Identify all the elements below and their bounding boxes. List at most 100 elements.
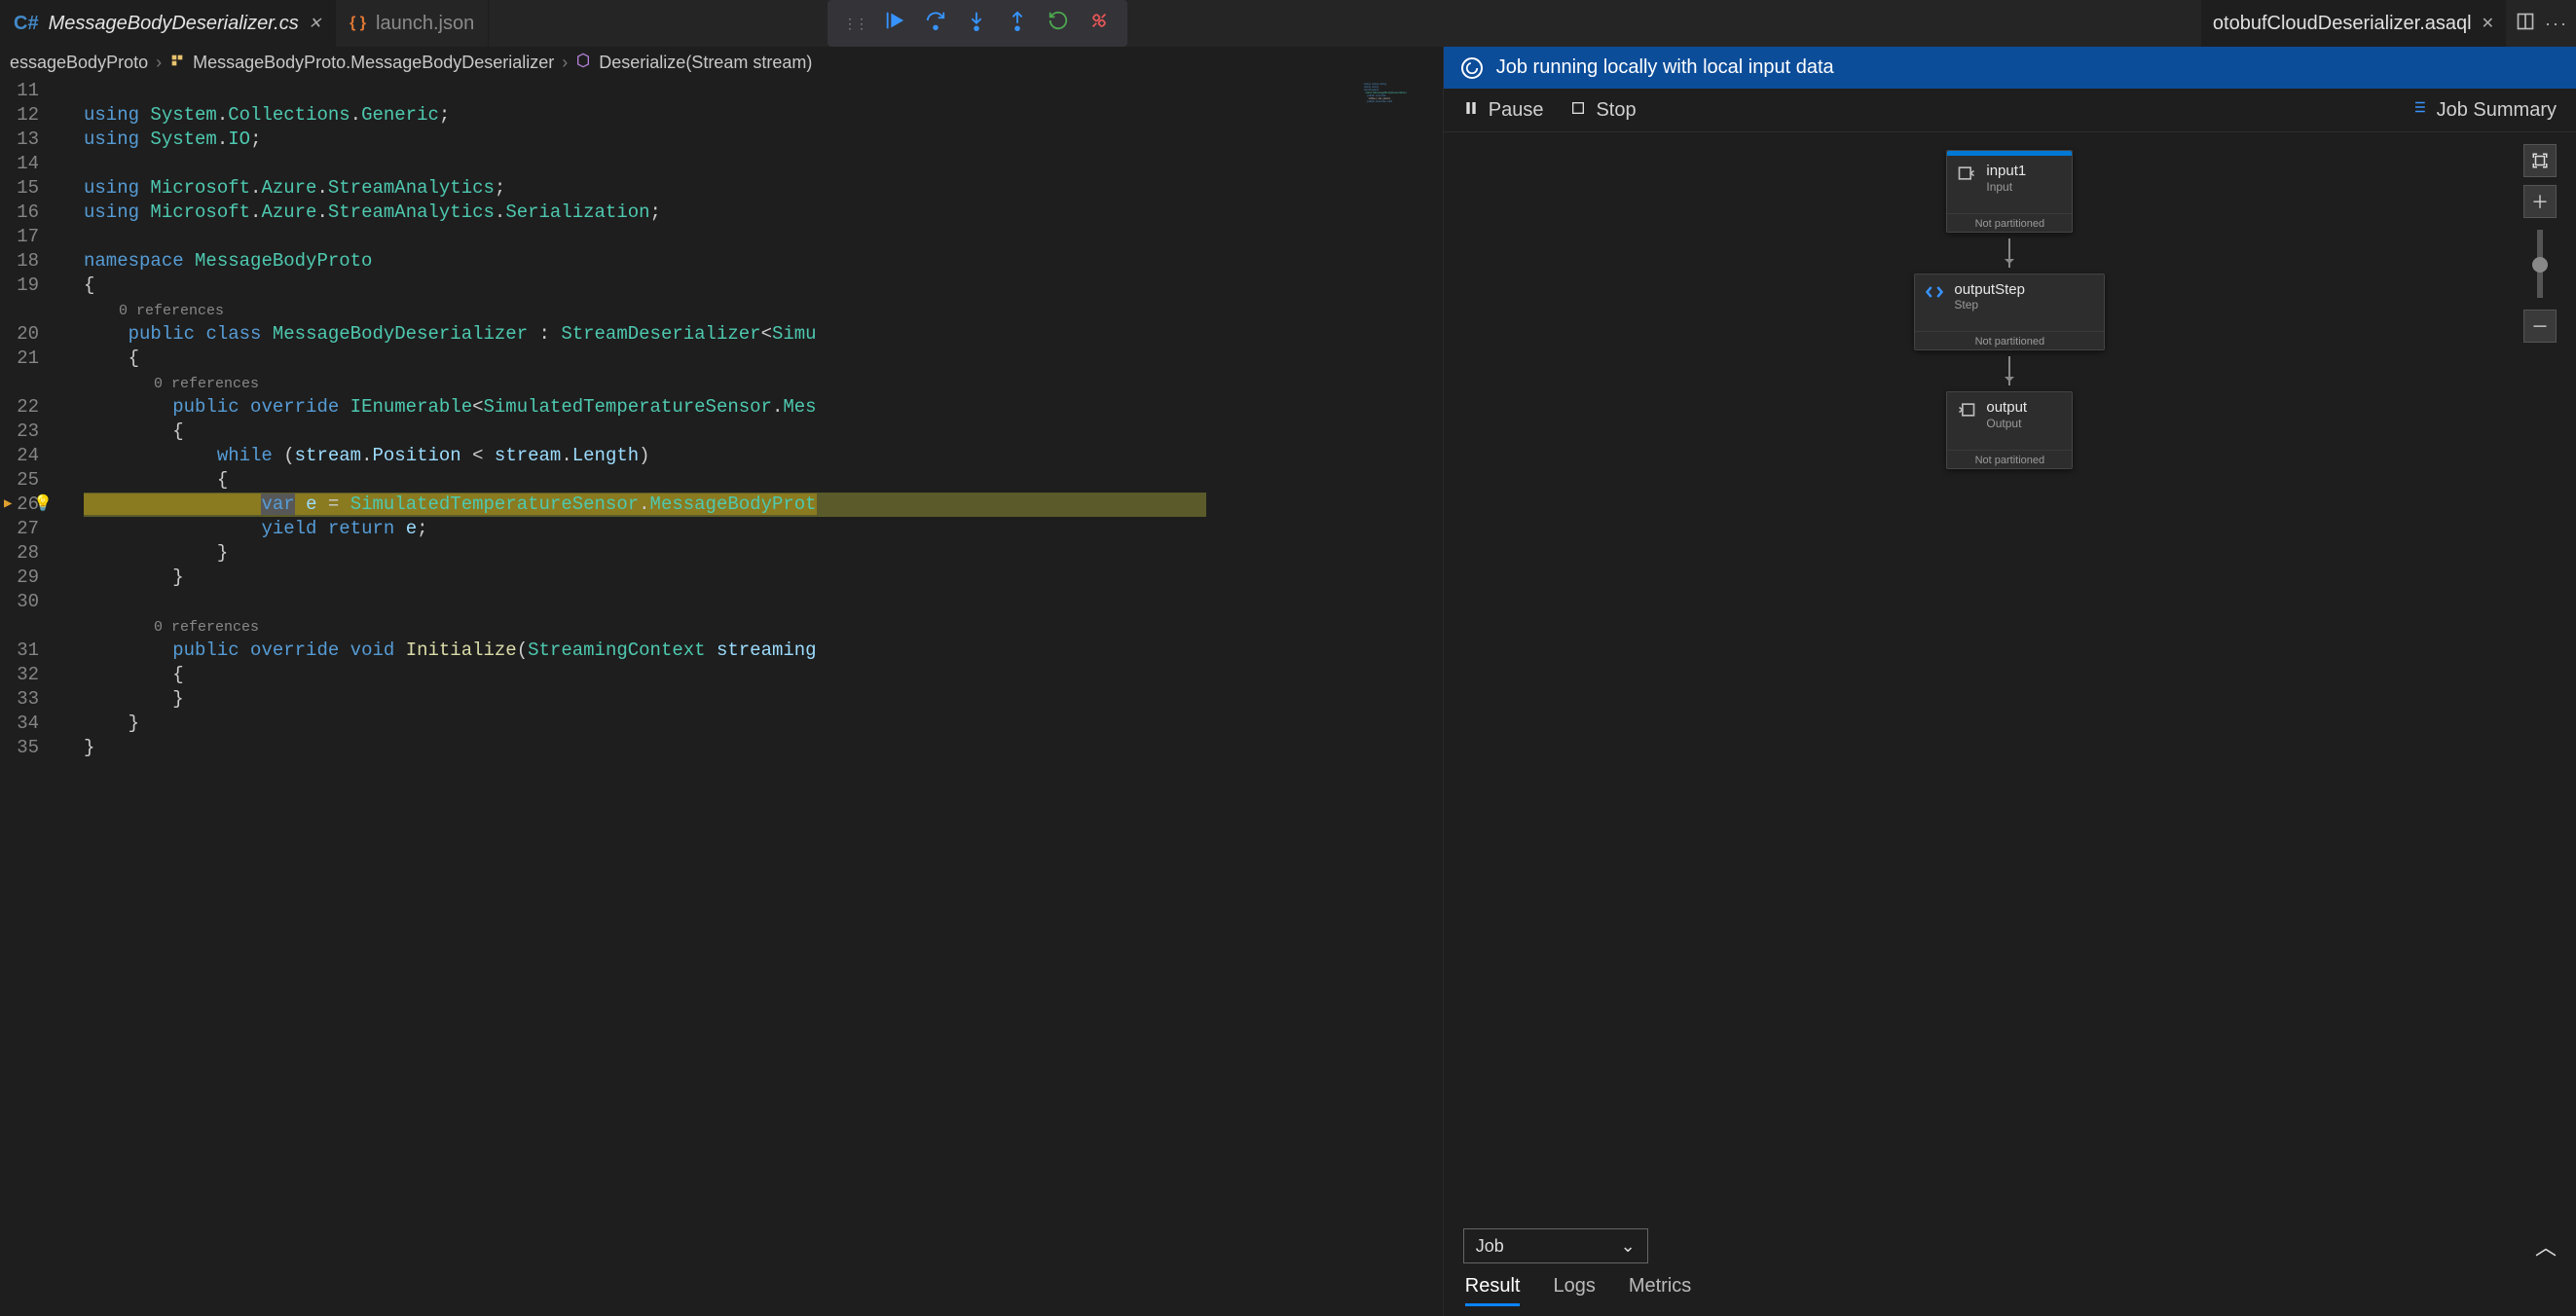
line-number: 19: [0, 274, 56, 298]
disconnect-icon[interactable]: [1086, 10, 1112, 37]
tab-metrics[interactable]: Metrics: [1629, 1275, 1691, 1306]
code-line[interactable]: 31 public override void Initialize(Strea…: [0, 639, 1443, 663]
zoom-slider[interactable]: [2537, 230, 2543, 298]
code-line[interactable]: 35}: [0, 736, 1443, 760]
diagram-node-step[interactable]: outputStep Step Not partitioned: [1914, 274, 2105, 351]
step-out-icon[interactable]: [1005, 10, 1030, 37]
code-line[interactable]: 27 yield return e;: [0, 517, 1443, 541]
tab-logs[interactable]: Logs: [1553, 1275, 1595, 1306]
node-partition: Not partitioned: [1947, 450, 2072, 468]
code-line[interactable]: 24 while (stream.Position < stream.Lengt…: [0, 444, 1443, 468]
banner-text: Job running locally with local input dat…: [1496, 56, 1834, 79]
code-line[interactable]: 18namespace MessageBodyProto: [0, 249, 1443, 274]
code-line[interactable]: 22 public override IEnumerable<Simulated…: [0, 395, 1443, 420]
line-number: 33: [0, 687, 56, 712]
code-line[interactable]: 12using System.Collections.Generic;: [0, 103, 1443, 128]
job-select-dropdown[interactable]: Job ⌄: [1463, 1228, 1648, 1263]
csharp-icon: C#: [14, 13, 39, 35]
code-line[interactable]: 29 }: [0, 566, 1443, 590]
code-line[interactable]: 23 {: [0, 420, 1443, 444]
code-line[interactable]: 34 }: [0, 712, 1443, 736]
fit-view-button[interactable]: [2523, 144, 2557, 177]
line-number: 16: [0, 201, 56, 225]
summary-label: Job Summary: [2437, 99, 2557, 122]
diagram-node-output[interactable]: output Output Not partitioned: [1946, 391, 2073, 469]
code-line[interactable]: 17: [0, 225, 1443, 249]
running-icon: [1461, 57, 1483, 79]
tab-label: otobufCloudDeserializer.asaql: [2213, 13, 2472, 35]
step-over-icon[interactable]: [923, 10, 948, 37]
line-number: 27: [0, 517, 56, 541]
code-line[interactable]: 11: [0, 79, 1443, 103]
line-number: 31: [0, 639, 56, 663]
tab-asaql-file[interactable]: otobufCloudDeserializer.asaql ✕: [2201, 0, 2506, 47]
line-number: 13: [0, 128, 56, 152]
step-icon: [1925, 282, 1944, 302]
results-bar: Job ⌄ ︿: [1444, 1217, 2576, 1267]
stop-button[interactable]: Stop: [1570, 99, 1636, 122]
lightbulb-icon[interactable]: 💡: [33, 493, 53, 517]
job-summary-button[interactable]: Job Summary: [2410, 98, 2557, 122]
output-icon: [1957, 400, 1976, 420]
line-number: 18: [0, 249, 56, 274]
line-number: 34: [0, 712, 56, 736]
code-line[interactable]: 19{: [0, 274, 1443, 298]
tab-launch-json[interactable]: { } launch.json: [336, 0, 489, 47]
pause-icon: [1463, 99, 1479, 122]
pause-button[interactable]: Pause: [1463, 99, 1544, 122]
split-editor-icon[interactable]: [2516, 12, 2535, 36]
zoom-in-button[interactable]: ＋: [2523, 185, 2557, 218]
close-icon[interactable]: ✕: [2482, 14, 2494, 33]
job-diagram[interactable]: input1 Input Not partitioned outputSt: [1444, 132, 2576, 1217]
more-actions-icon[interactable]: ···: [2545, 14, 2568, 34]
line-number: 15: [0, 176, 56, 201]
node-title: outputStep: [1954, 282, 2025, 299]
restart-icon[interactable]: [1046, 10, 1071, 37]
node-subtitle: Step: [1954, 298, 2025, 311]
input-icon: [1957, 164, 1976, 183]
breadcrumb-seg-class[interactable]: MessageBodyProto.MessageBodyDeserializer: [193, 53, 554, 73]
node-partition: Not partitioned: [1947, 213, 2072, 232]
code-line[interactable]: 25 {: [0, 468, 1443, 493]
line-number: 12: [0, 103, 56, 128]
code-line[interactable]: 15using Microsoft.Azure.StreamAnalytics;: [0, 176, 1443, 201]
node-partition: Not partitioned: [1915, 331, 2104, 349]
diagram-node-input[interactable]: input1 Input Not partitioned: [1946, 150, 2073, 233]
method-icon: [575, 53, 591, 73]
tab-label: launch.json: [376, 13, 474, 35]
drag-grip-icon[interactable]: ⋮⋮: [843, 16, 866, 32]
tab-label: MessageBodyDeserializer.cs: [49, 13, 299, 35]
code-editor[interactable]: 1112using System.Collections.Generic;13u…: [0, 79, 1443, 1316]
code-line[interactable]: 16using Microsoft.Azure.StreamAnalytics.…: [0, 201, 1443, 225]
code-line[interactable]: 13using System.IO;: [0, 128, 1443, 152]
line-number: 28: [0, 541, 56, 566]
breadcrumb-seg-namespace[interactable]: essageBodyProto: [10, 53, 148, 73]
breadcrumb-seg-method[interactable]: Deserialize(Stream stream): [599, 53, 812, 73]
line-number: 23: [0, 420, 56, 444]
execution-pointer-icon: ▶: [4, 493, 12, 517]
debug-toolbar: ⋮⋮: [828, 0, 1127, 47]
code-line[interactable]: 30: [0, 590, 1443, 614]
line-number: 35: [0, 736, 56, 760]
code-line[interactable]: ▶26💡 var e = SimulatedTemperatureSensor.…: [0, 493, 1443, 517]
step-into-icon[interactable]: [964, 10, 989, 37]
close-icon[interactable]: ✕: [309, 14, 321, 33]
zoom-out-button[interactable]: －: [2523, 310, 2557, 343]
code-line[interactable]: 20 public class MessageBodyDeserializer …: [0, 322, 1443, 347]
line-number: 30: [0, 590, 56, 614]
tab-result[interactable]: Result: [1465, 1275, 1521, 1306]
node-subtitle: Output: [1986, 417, 2027, 430]
continue-icon[interactable]: [882, 10, 907, 37]
code-line[interactable]: 14: [0, 152, 1443, 176]
code-line[interactable]: 33 }: [0, 687, 1443, 712]
code-line[interactable]: 21 {: [0, 347, 1443, 371]
code-line[interactable]: 28 }: [0, 541, 1443, 566]
collapse-panel-icon[interactable]: ︿: [2535, 1230, 2557, 1261]
line-number: 17: [0, 225, 56, 249]
code-line[interactable]: 32 {: [0, 663, 1443, 687]
line-number: 32: [0, 663, 56, 687]
line-number: 11: [0, 79, 56, 103]
node-title: input1: [1986, 164, 2026, 180]
breadcrumb: essageBodyProto › MessageBodyProto.Messa…: [0, 47, 1443, 79]
tab-message-body-deserializer[interactable]: C# MessageBodyDeserializer.cs ✕: [0, 0, 336, 47]
